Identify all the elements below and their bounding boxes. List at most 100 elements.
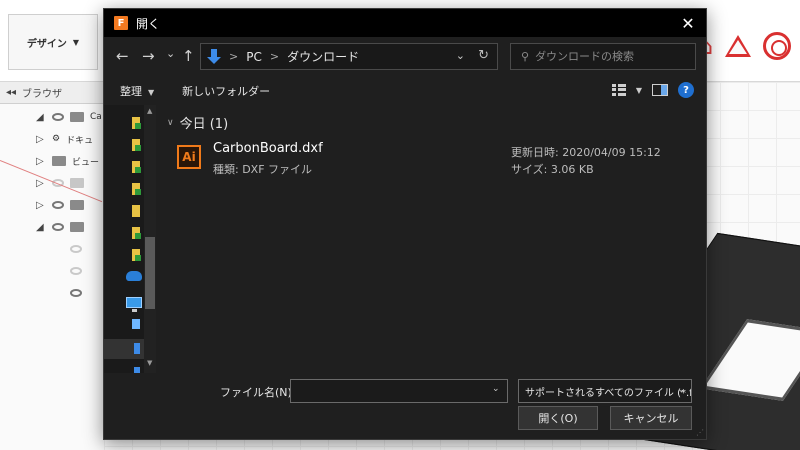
file-type-filter[interactable]: サポートされるすべてのファイル (*.f3c ⌄ bbox=[518, 379, 692, 403]
folder-icon bbox=[70, 200, 84, 210]
tree-row[interactable]: ▷ ビュー bbox=[0, 150, 104, 172]
quick-access-folder-icon[interactable] bbox=[132, 161, 141, 173]
tree-label: Ca bbox=[90, 112, 102, 122]
dialog-title: 開く bbox=[136, 16, 161, 31]
open-button[interactable]: 開く(O) bbox=[518, 406, 598, 430]
refresh-icon[interactable]: ↻ bbox=[478, 48, 489, 63]
gear-icon: ⚙ bbox=[52, 134, 61, 144]
up-arrow-icon[interactable]: ↑ bbox=[182, 47, 195, 65]
circle-tool-icon[interactable] bbox=[763, 32, 792, 60]
scroll-up-icon[interactable]: ▲ bbox=[147, 107, 152, 115]
file-filter-value: サポートされるすべてのファイル (*.f3c bbox=[525, 387, 692, 399]
navigation-pane: ▲ ▼ bbox=[104, 105, 156, 373]
tree-row[interactable]: ▷ bbox=[0, 194, 104, 216]
cancel-button[interactable]: キャンセル bbox=[610, 406, 692, 430]
search-box[interactable]: ⚲ bbox=[510, 43, 696, 70]
resize-grip-icon[interactable]: ⋰ bbox=[696, 428, 704, 437]
eye-icon[interactable] bbox=[70, 245, 82, 253]
scroll-down-icon[interactable]: ▼ bbox=[147, 359, 152, 367]
file-modified-date: 更新日時: 2020/04/09 15:12 bbox=[511, 146, 661, 159]
organize-menu[interactable]: 整理 ▼ bbox=[120, 83, 154, 99]
tree-row[interactable] bbox=[0, 282, 104, 304]
new-folder-button[interactable]: 新しいフォルダー bbox=[182, 83, 270, 99]
eye-icon[interactable] bbox=[52, 113, 64, 121]
design-workspace-button[interactable]: デザイン ▼ bbox=[8, 14, 98, 70]
list-item[interactable]: Ai CarbonBoard.dxf 種類: DXF ファイル 更新日時: 20… bbox=[175, 141, 695, 181]
back-arrow-icon[interactable]: ← bbox=[116, 47, 129, 65]
open-file-dialog: F 開く ✕ ← → ⌄ ↑ > PC > ダウンロード ⌄ ↻ ⚲ 整理 ▼ 新… bbox=[103, 8, 707, 440]
file-name: CarbonBoard.dxf bbox=[213, 141, 323, 156]
chevron-down-icon[interactable]: ⌄ bbox=[456, 49, 465, 62]
caret-right-icon: ▷ bbox=[36, 133, 44, 145]
documents-icon[interactable] bbox=[132, 319, 140, 329]
caret-right-icon: ▷ bbox=[36, 199, 44, 211]
eye-icon[interactable] bbox=[52, 223, 64, 231]
address-bar[interactable]: > PC > ダウンロード ⌄ ↻ bbox=[200, 43, 498, 70]
triangle-tool-icon[interactable] bbox=[725, 35, 752, 57]
close-icon[interactable]: ✕ bbox=[678, 13, 698, 33]
quick-access-folder-icon[interactable] bbox=[132, 183, 141, 195]
component-icon bbox=[70, 112, 84, 122]
filename-input[interactable] bbox=[290, 379, 508, 403]
command-bar: 整理 ▼ 新しいフォルダー ▼ ? bbox=[104, 77, 706, 105]
quick-access-folder-icon[interactable] bbox=[132, 117, 141, 129]
search-input[interactable] bbox=[535, 50, 686, 63]
browser-label: ブラウザ bbox=[22, 89, 63, 100]
tree-row[interactable]: ▷ bbox=[0, 172, 104, 194]
group-label: 今日 (1) bbox=[179, 117, 229, 132]
tree-label: ビュー bbox=[72, 157, 100, 168]
file-type: 種類: DXF ファイル bbox=[213, 163, 313, 176]
downloads-icon bbox=[207, 48, 221, 65]
chevron-down-icon: ▼ bbox=[148, 88, 155, 97]
eye-icon[interactable] bbox=[52, 201, 64, 209]
folder-icon bbox=[70, 178, 84, 188]
folder-icon bbox=[70, 222, 84, 232]
chevron-down-icon[interactable]: ⌄ bbox=[492, 384, 500, 394]
dialog-footer: ファイル名(N): ⌄ サポートされるすべてのファイル (*.f3c ⌄ 開く(… bbox=[104, 373, 706, 439]
quick-access-folder-icon[interactable] bbox=[132, 227, 141, 239]
fusion-app-icon: F bbox=[114, 16, 128, 30]
tree-row[interactable] bbox=[0, 238, 104, 260]
quick-access-folder-icon[interactable] bbox=[132, 249, 141, 261]
browser-panel-header[interactable]: ◂◂ ブラウザ bbox=[0, 82, 104, 104]
help-icon[interactable]: ? bbox=[678, 82, 694, 98]
breadcrumb-pc[interactable]: PC bbox=[246, 50, 262, 64]
design-label: デザイン bbox=[26, 38, 67, 50]
illustrator-file-icon: Ai bbox=[177, 145, 201, 169]
navigation-bar: ← → ⌄ ↑ > PC > ダウンロード ⌄ ↻ ⚲ bbox=[104, 37, 706, 77]
tree-row[interactable]: ◢ Ca bbox=[0, 106, 104, 128]
chevron-down-icon[interactable]: ▼ bbox=[636, 86, 642, 95]
caret-right-icon: ▷ bbox=[36, 155, 44, 167]
eye-icon[interactable] bbox=[70, 267, 82, 275]
breadcrumb-separator: > bbox=[229, 50, 239, 63]
organize-label: 整理 bbox=[120, 85, 142, 98]
preview-pane-icon[interactable] bbox=[652, 84, 668, 96]
downloads-nav-item[interactable] bbox=[104, 339, 144, 359]
search-icon: ⚲ bbox=[521, 50, 530, 63]
tree-row[interactable] bbox=[0, 260, 104, 282]
recent-locations-icon[interactable]: ⌄ bbox=[166, 45, 175, 63]
quick-access-folder-icon[interactable] bbox=[132, 205, 140, 217]
this-pc-icon[interactable] bbox=[126, 297, 142, 312]
eye-icon[interactable] bbox=[70, 289, 82, 297]
nav-scrollbar[interactable]: ▲ ▼ bbox=[144, 105, 156, 373]
scroll-thumb[interactable] bbox=[145, 237, 155, 309]
breadcrumb-downloads[interactable]: ダウンロード bbox=[287, 48, 359, 65]
folder-icon bbox=[52, 156, 66, 166]
onedrive-icon[interactable] bbox=[126, 271, 142, 281]
filename-label: ファイル名(N): bbox=[220, 386, 296, 399]
file-size: サイズ: 3.06 KB bbox=[511, 163, 594, 176]
caret-down-icon: ◢ bbox=[36, 221, 44, 233]
tree-label: ドキュ bbox=[66, 135, 94, 146]
file-list: ∨ 今日 (1) Ai CarbonBoard.dxf 種類: DXF ファイル… bbox=[157, 105, 706, 373]
dialog-titlebar[interactable]: F 開く ✕ bbox=[104, 9, 706, 37]
collapse-icon[interactable]: ◂◂ bbox=[6, 87, 16, 98]
tree-row[interactable]: ▷ ⚙ ドキュ bbox=[0, 128, 104, 150]
group-header-today[interactable]: ∨ 今日 (1) bbox=[167, 113, 228, 132]
tree-row[interactable]: ◢ bbox=[0, 216, 104, 238]
quick-access-folder-icon[interactable] bbox=[132, 139, 141, 151]
forward-arrow-icon[interactable]: → bbox=[142, 47, 155, 65]
caret-down-icon: ◢ bbox=[36, 111, 44, 123]
chevron-down-icon: ▼ bbox=[72, 37, 80, 47]
details-view-icon[interactable] bbox=[611, 84, 626, 96]
